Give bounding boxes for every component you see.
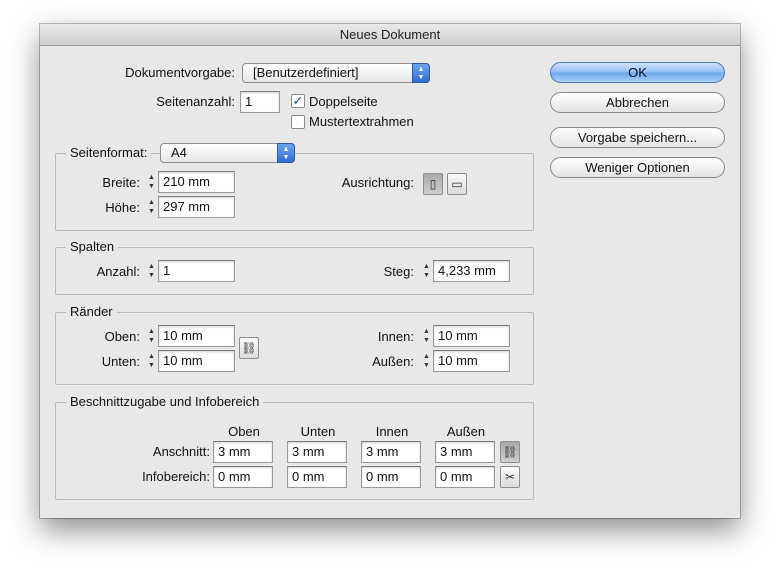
ok-button[interactable]: OK (550, 62, 725, 83)
popup-arrows-icon: ▲ ▼ (277, 143, 295, 163)
margin-top-field[interactable]: 10 mm (158, 325, 235, 347)
preset-label: Dokumentvorgabe: (125, 65, 235, 80)
orientation-label: Ausrichtung: (341, 175, 414, 190)
bleed-header-top: Oben (228, 424, 260, 439)
bleed-slug-label: Beschnittzugabe und Infobereich (66, 394, 264, 410)
slug-label: Infobereich: (142, 469, 210, 484)
slug-bottom-field[interactable]: 0 mm (287, 466, 347, 488)
bleed-header-inside: Innen (375, 424, 409, 439)
landscape-orientation-icon[interactable]: ▭ (447, 173, 467, 195)
facing-pages-checkbox[interactable]: ✓ (291, 94, 305, 108)
bleed-outside-field[interactable]: 3 mm (435, 441, 495, 463)
stepper-arrows-icon[interactable]: ▲ ▼ (145, 325, 158, 347)
gutter-field[interactable]: 4,233 mm (433, 260, 510, 282)
bleed-header-bottom: Unten (300, 424, 336, 439)
master-frame-checkbox[interactable] (291, 115, 305, 129)
chain-broken-icon[interactable]: ✂ (500, 466, 520, 488)
page-format-select[interactable]: A4 ▲ ▼ (160, 143, 295, 163)
window-title: Neues Dokument (40, 24, 740, 46)
columns-count-label: Anzahl: (96, 264, 140, 279)
new-document-dialog: Neues Dokument Dokumentvorgabe: [Benutze… (40, 24, 740, 518)
bleed-top-field[interactable]: 3 mm (213, 441, 273, 463)
margin-top-label: Oben: (104, 329, 140, 344)
bleed-label: Anschnitt: (152, 444, 210, 459)
master-frame-label: Mustertextrahmen (309, 114, 414, 129)
margin-inside-field[interactable]: 10 mm (433, 325, 510, 347)
width-label: Breite: (102, 175, 140, 190)
stepper-arrows-icon[interactable]: ▲ ▼ (420, 260, 433, 282)
gutter-label: Steg: (383, 264, 414, 279)
fewer-options-button[interactable]: Weniger Optionen (550, 157, 725, 178)
stepper-arrows-icon[interactable]: ▲ ▼ (420, 325, 433, 347)
preset-select[interactable]: [Benutzerdefiniert] ▲ ▼ (242, 63, 430, 83)
chain-link-icon[interactable]: ⛓ (500, 441, 520, 463)
page-size-label: Seitenformat: (66, 145, 152, 161)
margin-inside-label: Innen: (377, 329, 414, 344)
margin-bottom-label: Unten: (101, 354, 140, 369)
margin-outside-field[interactable]: 10 mm (433, 350, 510, 372)
stepper-arrows-icon[interactable]: ▲ ▼ (145, 171, 158, 193)
stepper-arrows-icon[interactable]: ▲ ▼ (420, 350, 433, 372)
stepper-arrows-icon[interactable]: ▲ ▼ (145, 196, 158, 218)
bleed-header-outside: Außen (446, 424, 486, 439)
pages-field[interactable]: 1 (240, 91, 280, 113)
slug-outside-field[interactable]: 0 mm (435, 466, 495, 488)
columns-label: Spalten (66, 239, 119, 255)
slug-top-field[interactable]: 0 mm (213, 466, 273, 488)
chain-link-icon[interactable]: ⛓ (239, 337, 259, 359)
bleed-inside-field[interactable]: 3 mm (361, 441, 421, 463)
stepper-arrows-icon[interactable]: ▲ ▼ (145, 260, 158, 282)
height-label: Höhe: (105, 200, 140, 215)
margins-label: Ränder (66, 304, 117, 320)
columns-count-field[interactable]: 1 (158, 260, 235, 282)
margins-group (55, 312, 534, 385)
popup-arrows-icon: ▲ ▼ (412, 63, 430, 83)
slug-inside-field[interactable]: 0 mm (361, 466, 421, 488)
height-field[interactable]: 297 mm (158, 196, 235, 218)
bleed-bottom-field[interactable]: 3 mm (287, 441, 347, 463)
cancel-button[interactable]: Abbrechen (550, 92, 725, 113)
save-preset-button[interactable]: Vorgabe speichern... (550, 127, 725, 148)
pages-label: Seitenanzahl: (156, 94, 235, 109)
stepper-arrows-icon[interactable]: ▲ ▼ (145, 350, 158, 372)
preset-value: [Benutzerdefiniert] (253, 65, 359, 80)
page-format-value: A4 (171, 145, 187, 160)
facing-pages-label: Doppelseite (309, 94, 378, 109)
margin-bottom-field[interactable]: 10 mm (158, 350, 235, 372)
margin-outside-label: Außen: (372, 354, 414, 369)
portrait-orientation-icon[interactable]: ▯ (423, 173, 443, 195)
width-field[interactable]: 210 mm (158, 171, 235, 193)
